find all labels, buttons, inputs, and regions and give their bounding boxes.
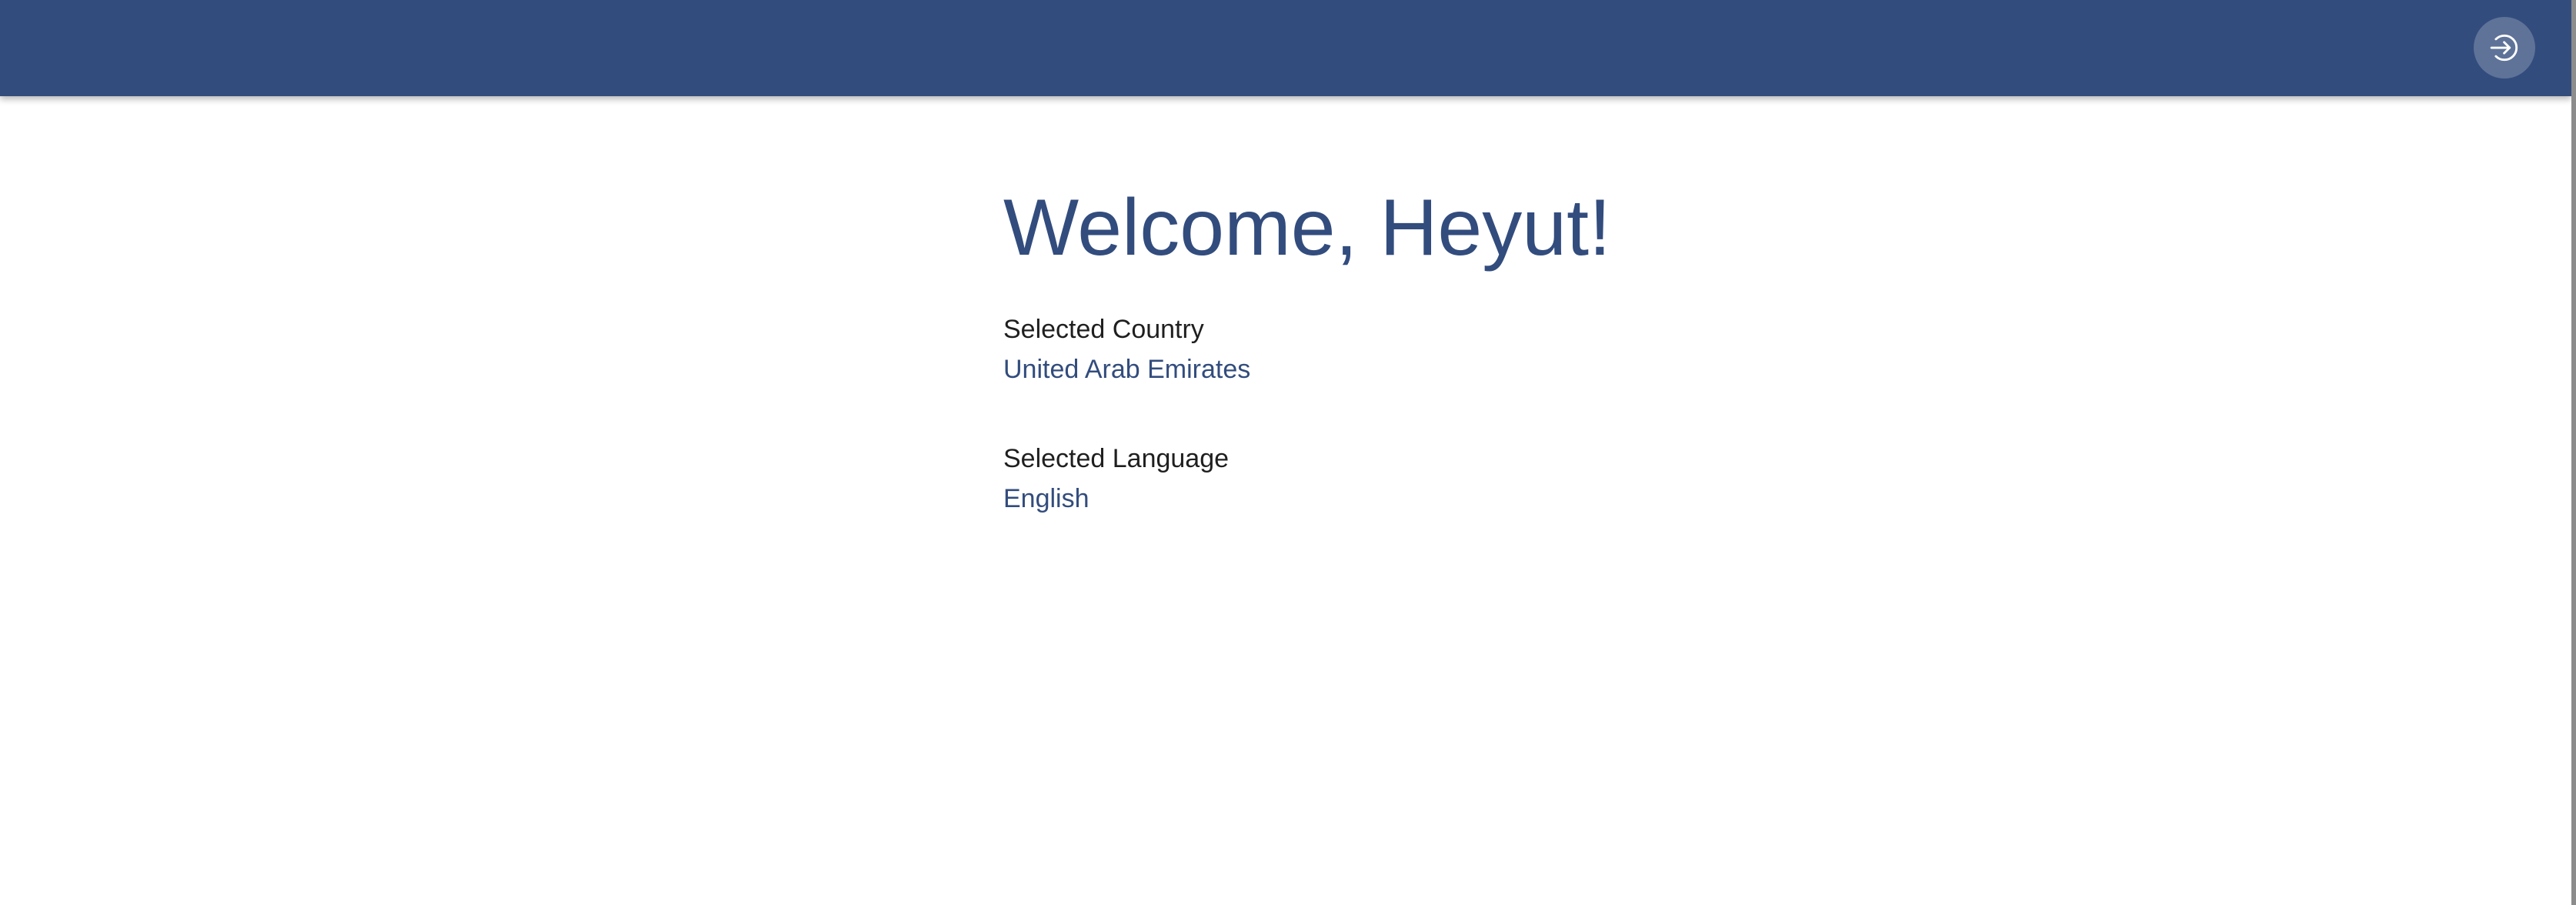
welcome-panel: Welcome, Heyut! Selected Country United … bbox=[1003, 182, 1696, 514]
welcome-heading: Welcome, Heyut! bbox=[1003, 183, 1611, 272]
window-scrollbar-edge[interactable] bbox=[2571, 0, 2576, 905]
selected-language-label: Selected Language bbox=[1003, 444, 1230, 473]
selected-country-label: Selected Country bbox=[1003, 315, 1204, 344]
sign-in-arrow-circle-icon bbox=[2490, 34, 2518, 62]
logout-button[interactable] bbox=[2474, 17, 2535, 78]
selected-language-value: English bbox=[1003, 484, 1089, 513]
top-app-bar bbox=[0, 0, 2571, 96]
app-window: Welcome, Heyut! Selected Country United … bbox=[0, 0, 2576, 905]
selected-country-value: United Arab Emirates bbox=[1003, 355, 1251, 384]
